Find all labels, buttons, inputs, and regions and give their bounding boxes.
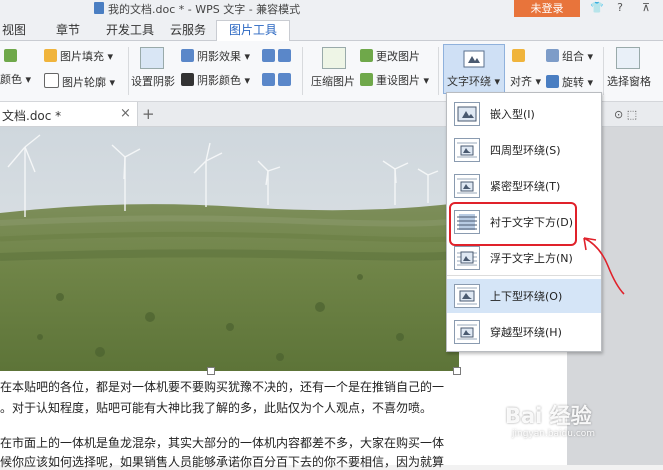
tight-wrap-icon	[454, 174, 480, 198]
shadow-effect-icon	[181, 49, 194, 62]
menu-item-label: 上下型环绕(O)	[490, 290, 563, 303]
paragraph-line: 在市面上的一体机是鱼龙混杂，其实大部分的一体机内容都差不多，大家在购买一体	[0, 436, 445, 450]
document-tab[interactable]: 文档.doc * ×	[0, 102, 138, 126]
top-bottom-icon	[454, 284, 480, 308]
paragraph-line: 候你应该如何选择呢，如果销售人员能够承诺你百分百下去的你不要相信，因为就算	[0, 455, 445, 469]
through-wrap-icon	[454, 320, 480, 344]
annotation-arrow-icon	[583, 237, 625, 295]
close-tab-icon[interactable]: ×	[120, 106, 131, 121]
reset-picture-button[interactable]: 重设图片 ▾	[360, 73, 429, 88]
text-wrap-label-wrap: 文字环绕 ▾	[447, 75, 501, 88]
picture-fill-button[interactable]: 图片填充 ▾	[44, 49, 113, 64]
set-shadow-button[interactable]: 设置阴影	[131, 75, 175, 89]
align-button[interactable]: 对齐 ▾	[510, 75, 541, 89]
shadow-color-button[interactable]: 阴影颜色 ▾	[181, 73, 250, 88]
change-picture-button[interactable]: 更改图片	[360, 49, 420, 64]
reset-picture-label: 重设图片	[376, 74, 420, 87]
resize-handle-bottom-right[interactable]	[453, 367, 461, 375]
compress-picture-button[interactable]: 压缩图片	[311, 75, 355, 89]
separator	[438, 47, 439, 95]
tab-picture-tools[interactable]: 图片工具	[216, 20, 291, 41]
group-icon	[546, 49, 559, 62]
outline-icon	[44, 73, 59, 88]
in-front-icon	[454, 246, 480, 270]
shadow-effect-label: 阴影效果	[197, 50, 241, 63]
resize-handle-bottom[interactable]	[207, 367, 215, 375]
menu-tabs: 视图 章节 开发工具 云服务 图片工具	[0, 18, 663, 41]
shirt-icon[interactable]: 👕	[590, 2, 604, 14]
align-label: 对齐	[510, 75, 532, 88]
text-wrap-label: 文字环绕	[447, 75, 491, 88]
square-wrap-icon	[454, 138, 480, 162]
picture-outline-label: 图片轮廓	[62, 76, 106, 89]
tab-cloud[interactable]: 云服务	[170, 21, 206, 40]
shadow-color-label: 阴影颜色	[197, 74, 241, 87]
baidu-watermark-url: jingyan.baidu.com	[512, 429, 596, 439]
menu-item-inline[interactable]: 嵌入型(I)	[447, 97, 601, 131]
highlight-annotation	[449, 202, 577, 246]
selection-pane-icon[interactable]	[616, 47, 640, 69]
color-label: 颜色	[0, 73, 22, 86]
separator	[128, 47, 129, 95]
paragraph-line: 。对于认知程度，贴吧可能有大神比我了解的多，此贴仅为个人观点，不喜勿喷。	[0, 401, 433, 415]
menu-item-label: 四周型环绕(S)	[490, 144, 561, 157]
change-picture-label: 更改图片	[376, 50, 420, 63]
right-toolbar-icons[interactable]: ⊙ ⬚	[614, 108, 637, 121]
title-bar: 我的文档.doc * - WPS 文字 - 兼容模式 未登录 👕 ? ⊼	[0, 0, 663, 18]
selection-pane-button[interactable]: 选择窗格	[607, 75, 651, 89]
menu-item-label: 嵌入型(I)	[490, 108, 535, 121]
separator	[302, 47, 303, 95]
new-tab-icon[interactable]: +	[142, 105, 155, 123]
text-wrap-button[interactable]: 文字环绕 ▾	[443, 44, 505, 94]
color-button[interactable]: 颜色 ▾	[0, 73, 31, 87]
paragraph-line: 在本贴吧的各位，都是对一体机要不要购买犹豫不决的，还有一个是在推销自己的一	[0, 380, 445, 394]
tab-view[interactable]: 视图	[2, 21, 26, 40]
reset-picture-icon	[360, 73, 373, 86]
set-shadow-icon[interactable]	[140, 47, 164, 69]
menu-item-label: 浮于文字上方(N)	[490, 252, 573, 265]
align-icon[interactable]	[512, 49, 528, 64]
change-picture-icon	[360, 49, 373, 62]
login-button[interactable]: 未登录	[514, 0, 580, 17]
inline-wrap-icon	[454, 102, 480, 126]
text-wrap-icon	[463, 50, 485, 68]
baidu-watermark-logo: Bai 经验	[505, 404, 592, 428]
shadow-nudge-icons[interactable]	[262, 49, 294, 64]
shadow-toggle-icons[interactable]	[262, 73, 294, 88]
menu-item-tight[interactable]: 紧密型环绕(T)	[447, 169, 601, 203]
help-icon[interactable]: ?	[614, 2, 626, 14]
shadow-color-icon	[181, 73, 194, 86]
menu-item-square[interactable]: 四周型环绕(S)	[447, 133, 601, 167]
rotate-label: 旋转	[562, 76, 584, 89]
picture-fill-label: 图片填充	[60, 50, 104, 63]
fill-bucket-icon	[44, 49, 57, 62]
document-icon	[94, 2, 104, 14]
group-button[interactable]: 组合 ▾	[546, 49, 593, 64]
selected-picture[interactable]	[0, 127, 459, 371]
tab-developer[interactable]: 开发工具	[106, 21, 154, 40]
rotate-icon	[546, 75, 559, 88]
compress-picture-icon[interactable]	[322, 47, 346, 69]
group-label: 组合	[562, 50, 584, 63]
grassland-picture	[0, 127, 459, 371]
menu-item-through[interactable]: 穿越型环绕(H)	[447, 315, 601, 349]
picture-outline-button[interactable]: 图片轮廓 ▾	[44, 73, 115, 90]
window-title: 我的文档.doc * - WPS 文字 - 兼容模式	[108, 3, 301, 16]
separator	[603, 47, 604, 95]
shadow-effect-button[interactable]: 阴影效果 ▾	[181, 49, 250, 64]
tab-chapter[interactable]: 章节	[56, 21, 80, 40]
document-tab-label: 文档.doc *	[2, 109, 62, 123]
menu-item-label: 紧密型环绕(T)	[490, 180, 561, 193]
rotate-button[interactable]: 旋转 ▾	[546, 75, 593, 90]
collapse-ribbon-icon[interactable]: ⊼	[640, 2, 652, 14]
menu-item-label: 穿越型环绕(H)	[490, 326, 562, 339]
picture-insert-icon[interactable]	[4, 49, 20, 64]
